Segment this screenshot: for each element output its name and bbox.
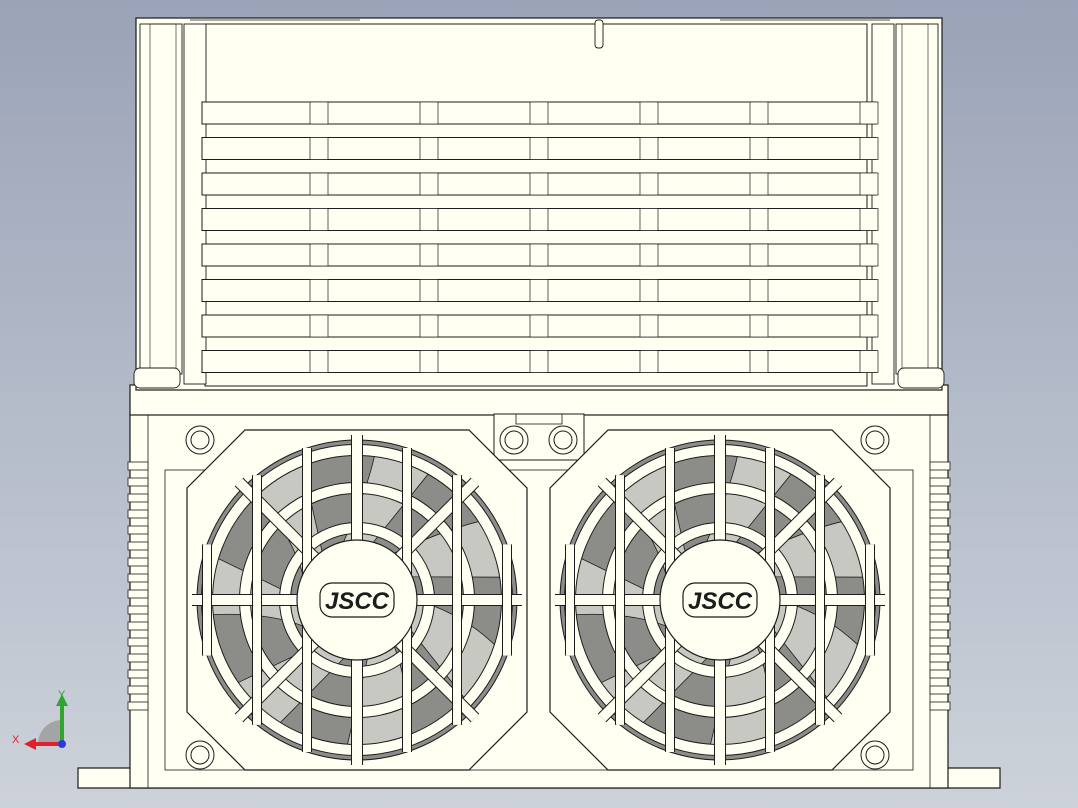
vent-slat-rib (529, 208, 549, 231)
screw-head (190, 430, 210, 450)
inverter-3d-model[interactable]: JSCC JSCC (0, 0, 1078, 808)
screw-head (865, 745, 885, 765)
vent-slat-rib (639, 279, 659, 302)
vent-slat-rib (859, 350, 879, 373)
fin (127, 653, 149, 663)
vent-slat-rib (749, 208, 769, 231)
vent-slat-rib (419, 279, 439, 302)
vent-slat-rib (529, 172, 549, 196)
fin (127, 701, 149, 711)
vent-slat-rib (309, 101, 329, 125)
cad-viewport[interactable]: JSCC JSCC X Y (0, 0, 1078, 808)
y-axis-label: Y (58, 689, 66, 701)
fin (929, 461, 951, 471)
z-axis-dot (58, 740, 66, 748)
vent-slat-rib (859, 101, 879, 125)
fin (127, 589, 149, 599)
fin (127, 605, 149, 615)
vent-slat-rib (419, 137, 439, 160)
vent-slat-rib (419, 243, 439, 267)
vent-slat-rib (639, 350, 659, 373)
vent-slat-rib (859, 137, 879, 160)
fin (127, 461, 149, 471)
screw-head (865, 430, 885, 450)
fin (929, 477, 951, 487)
vent-slat-rib (639, 314, 659, 338)
fin (929, 573, 951, 583)
fin (127, 541, 149, 551)
fin (127, 621, 149, 631)
vent-slat-rib (419, 101, 439, 125)
x-axis-head (24, 738, 36, 750)
fin (127, 557, 149, 567)
fin (929, 589, 951, 599)
screw-head (553, 430, 573, 450)
vent-slat-rib (309, 137, 329, 160)
fan-logo-text: JSCC (325, 588, 390, 615)
vent-slat-rib (309, 208, 329, 231)
fin (929, 669, 951, 679)
vent-slat-rib (529, 101, 549, 125)
fin (127, 573, 149, 583)
x-axis-label: X (12, 734, 20, 746)
fin (127, 509, 149, 519)
fin (127, 685, 149, 695)
vent-slat-rib (859, 208, 879, 231)
fin (127, 637, 149, 647)
vent-slat-rib (859, 279, 879, 302)
screw-head (504, 430, 524, 450)
vent-slat-rib (309, 243, 329, 267)
vent-slat-rib (529, 243, 549, 267)
vent-slat-rib (749, 172, 769, 196)
vent-slat-rib (419, 350, 439, 373)
vent-slat-rib (309, 279, 329, 302)
vent-slat-rib (529, 279, 549, 302)
fin (929, 541, 951, 551)
fin (929, 685, 951, 695)
vent-slat-rib (529, 350, 549, 373)
fin (929, 509, 951, 519)
vent-slat-rib (859, 314, 879, 338)
vent-slat-rib (859, 243, 879, 267)
fin (127, 493, 149, 503)
fin (127, 477, 149, 487)
vent-slat-rib (419, 314, 439, 338)
fin (929, 493, 951, 503)
vent-slat-rib (749, 243, 769, 267)
triad-arc (38, 720, 62, 744)
vent-slat-rib (529, 314, 549, 338)
vent-slat-rib (859, 172, 879, 196)
fin (929, 637, 951, 647)
vent-slat-rib (749, 101, 769, 125)
screw-head (190, 745, 210, 765)
vent-slat-rib (749, 137, 769, 160)
vent-slat-rib (639, 208, 659, 231)
vent-slat-rib (639, 101, 659, 125)
axis-triad: X Y (12, 689, 68, 750)
vent-slat-rib (749, 314, 769, 338)
vent-slat-rib (749, 350, 769, 373)
fin (127, 669, 149, 679)
fin (929, 605, 951, 615)
cooling-fan-left: JSCC (186, 429, 528, 771)
vent-slat-rib (639, 172, 659, 196)
fin (127, 525, 149, 535)
vent-slat-rib (639, 243, 659, 267)
vent-slat-rib (309, 350, 329, 373)
cooling-fan-right: JSCC (549, 429, 891, 771)
fin (929, 653, 951, 663)
fan-logo-text: JSCC (688, 588, 753, 615)
fin (929, 557, 951, 567)
fin (929, 525, 951, 535)
fin (929, 621, 951, 631)
fin (929, 701, 951, 711)
vent-slat-rib (749, 279, 769, 302)
vent-slat-rib (419, 208, 439, 231)
vent-slat-rib (309, 172, 329, 196)
vent-slat-rib (419, 172, 439, 196)
vent-slat-rib (309, 314, 329, 338)
vent-slat-rib (639, 137, 659, 160)
vent-slat-rib (529, 137, 549, 160)
